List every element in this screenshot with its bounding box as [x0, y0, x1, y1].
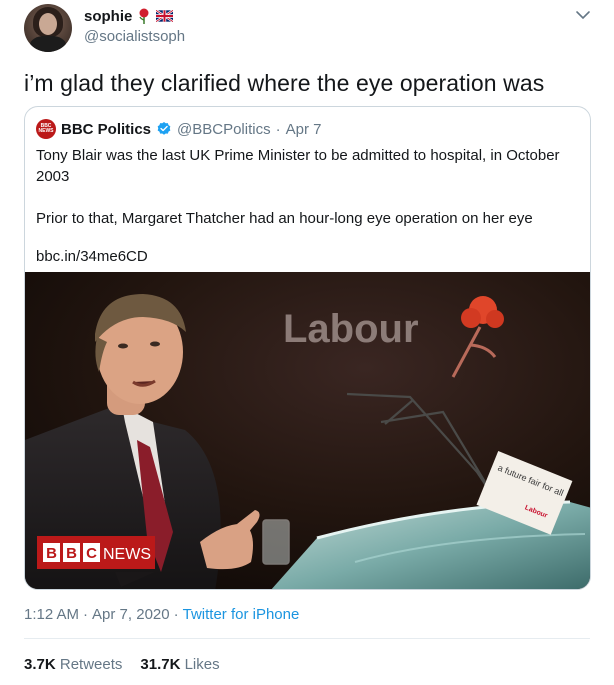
tweet-stats: 3.7K Retweets 31.7K Likes — [24, 656, 220, 673]
quoted-author-name[interactable]: BBC Politics — [61, 121, 151, 138]
tweet-text: i’m glad they clarified where the eye op… — [24, 70, 545, 96]
rose-icon — [139, 8, 149, 24]
verified-badge-icon — [157, 122, 171, 135]
quoted-tweet-text: Tony Blair was the last UK Prime Ministe… — [36, 145, 581, 288]
meta-separator: · — [83, 606, 89, 623]
water-glass — [262, 519, 290, 565]
tweet-time[interactable]: 1:12 AM — [24, 606, 79, 623]
author-avatar[interactable] — [24, 4, 72, 52]
quoted-link[interactable]: bbc.in/34me6CD — [36, 246, 581, 267]
author-name-row[interactable]: sophie — [84, 6, 174, 26]
quoted-paragraph-1: Tony Blair was the last UK Prime Ministe… — [36, 147, 560, 185]
author-handle[interactable]: @socialistsoph — [84, 28, 185, 45]
svg-text:B: B — [46, 545, 57, 562]
bbc-news-logo: B B C NEWS — [37, 536, 155, 569]
tweet-date[interactable]: Apr 7, 2020 — [92, 606, 170, 623]
quoted-date[interactable]: Apr 7 — [286, 121, 322, 138]
quoted-separator: · — [275, 120, 281, 138]
tweet: sophie @socialistsoph i’m glad they clar… — [0, 0, 614, 685]
quoted-tweet-photo[interactable]: Labour a future fair for all Labour B B … — [25, 272, 590, 589]
quoted-author-handle[interactable]: @BBCPolitics — [177, 121, 271, 138]
likes-stat[interactable]: 31.7K Likes — [140, 656, 219, 673]
retweets-label: Retweets — [59, 656, 123, 673]
svg-text:B: B — [66, 545, 77, 562]
svg-text:NEWS: NEWS — [103, 546, 151, 563]
backdrop-text: Labour — [283, 307, 419, 351]
union-jack-flag-icon — [156, 10, 174, 22]
divider — [24, 638, 590, 639]
likes-count: 31.7K — [140, 656, 181, 673]
tweet-source-link[interactable]: Twitter for iPhone — [183, 606, 300, 623]
meta-separator: · — [173, 606, 179, 623]
tweet-meta: 1:12 AM · Apr 7, 2020 · Twitter for iPho… — [24, 606, 299, 623]
likes-label: Likes — [184, 656, 220, 673]
svg-text:C: C — [86, 545, 97, 562]
quoted-tweet-card[interactable]: BBC NEWS BBC Politics @BBCPolitics · Apr… — [24, 106, 591, 590]
chevron-down-icon[interactable] — [574, 6, 592, 24]
bbc-avatar[interactable]: BBC NEWS — [36, 119, 56, 139]
author-display-name[interactable]: sophie — [84, 8, 132, 25]
retweets-stat[interactable]: 3.7K Retweets — [24, 656, 122, 673]
quoted-paragraph-2: Prior to that, Margaret Thatcher had an … — [36, 210, 533, 227]
quoted-tweet-header: BBC NEWS BBC Politics @BBCPolitics · Apr… — [36, 119, 321, 139]
retweets-count: 3.7K — [24, 656, 56, 673]
